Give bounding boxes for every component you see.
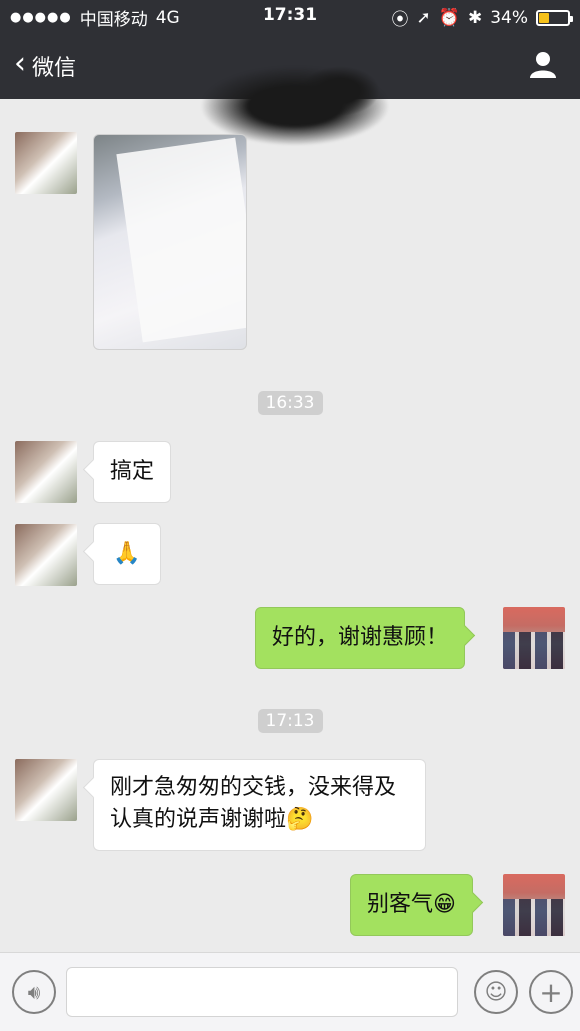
message-text: 别客气😁 [367, 892, 456, 917]
status-bar: ●●●●● 中国移动 4G 17:31 ⦿ ➚ ⏰ ✱ 34% [0, 0, 580, 32]
battery-fill [539, 12, 549, 23]
timestamp: 16:33 [0, 391, 580, 415]
plus-icon: + [539, 975, 563, 1009]
people-photo [503, 898, 565, 936]
paper-photo [116, 137, 246, 343]
more-button[interactable]: + [529, 970, 573, 1014]
chevron-left-icon: ‹ [14, 46, 26, 81]
sender-avatar[interactable] [15, 441, 77, 503]
message-bubble[interactable]: 搞定 [93, 441, 172, 503]
my-avatar[interactable] [503, 874, 565, 936]
sender-avatar[interactable] [15, 759, 77, 821]
message-bubble[interactable]: 刚才急匆匆的交钱，没来得及认真的说声谢谢啦🤔 [93, 759, 426, 851]
battery-icon [536, 9, 573, 26]
lock-rotation-icon: ⦿ [391, 10, 409, 30]
voice-icon: 🔊︎ [27, 980, 41, 1004]
people-photo [503, 631, 565, 669]
emoji-icon: ☺ [484, 979, 508, 1005]
thanks-hands-icon: 🙏 [113, 541, 141, 566]
voice-button[interactable]: 🔊︎ [12, 970, 56, 1014]
my-message-bubble[interactable]: 好的，谢谢惠顾！ [255, 607, 466, 669]
message-text: 好的，谢谢惠顾！ [272, 625, 449, 650]
timestamp: 17:13 [0, 709, 580, 733]
status-right: ⦿ ➚ ⏰ ✱ 34% [391, 5, 573, 30]
message-text: 刚才急匆匆的交钱，没来得及认真的说声谢谢啦🤔 [110, 775, 397, 832]
sticker-message[interactable]: 🙏 [93, 523, 161, 585]
timestamp-label: 16:33 [257, 391, 323, 415]
contact-profile-icon[interactable] [528, 50, 558, 80]
navigation-bar: ‹ 微信 [0, 36, 580, 146]
message-input[interactable] [66, 967, 458, 1017]
back-label: 微信 [32, 56, 77, 81]
sender-avatar[interactable] [15, 524, 77, 586]
timestamp-label: 17:13 [257, 709, 323, 733]
input-bar: 🔊︎ ☺ + [0, 952, 580, 1031]
alarm-icon: ⏰ [438, 7, 460, 28]
image-message[interactable] [93, 134, 247, 350]
sender-avatar[interactable] [15, 132, 77, 194]
battery-percent: 34% [490, 7, 528, 28]
my-avatar[interactable] [503, 607, 565, 669]
my-message-bubble[interactable]: 别客气😁 [350, 874, 473, 936]
message-text: 搞定 [110, 459, 155, 484]
top-bar: ●●●●● 中国移动 4G 17:31 ⦿ ➚ ⏰ ✱ 34% ‹ 微信 [0, 0, 580, 146]
location-icon: ➚ [416, 7, 431, 28]
bluetooth-icon: ✱ [467, 7, 483, 28]
back-button[interactable]: ‹ 微信 [14, 46, 77, 82]
emoji-button[interactable]: ☺ [474, 970, 518, 1014]
chat-area: 16:33 搞定 🙏 好的，谢谢惠顾！ 17:13 刚才急匆匆的交钱，没来得及认… [0, 99, 580, 952]
